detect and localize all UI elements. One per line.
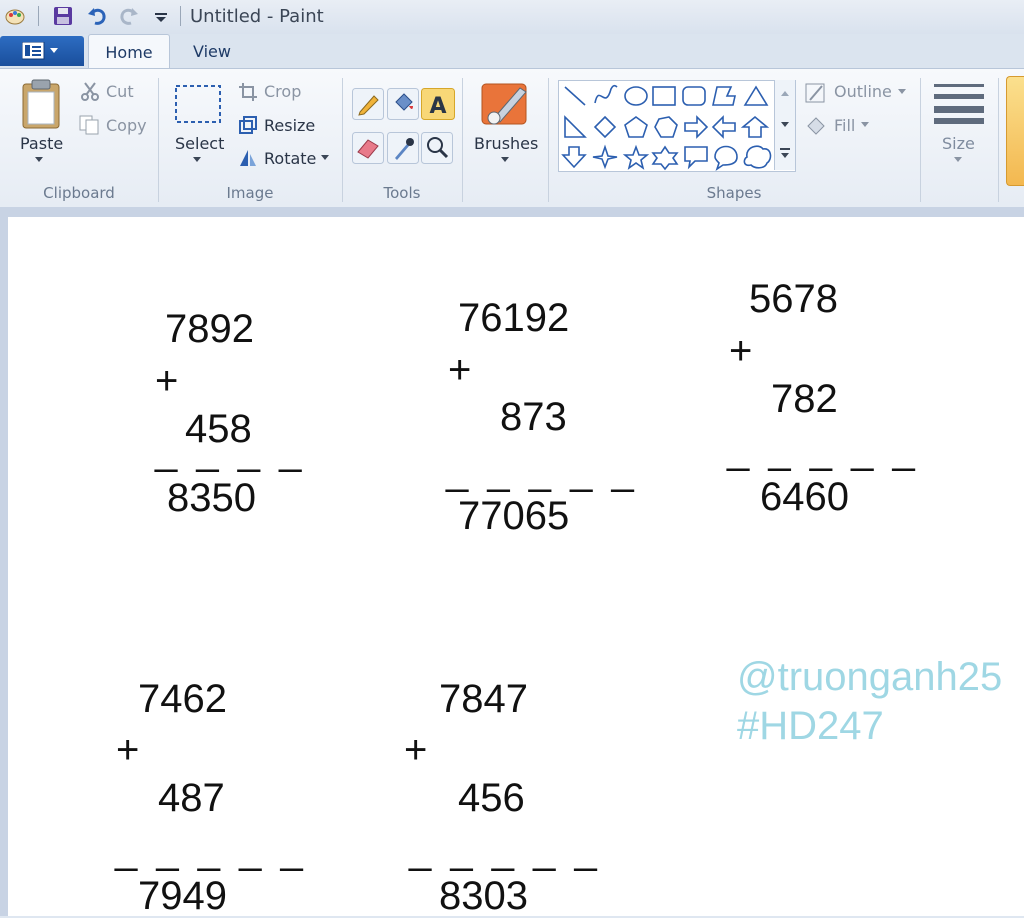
fill-button[interactable]: Fill <box>834 116 855 135</box>
plus-sign: + <box>448 348 472 392</box>
tools-group-label: Tools <box>383 184 421 202</box>
chevron-down-icon[interactable] <box>320 154 330 162</box>
addend-top: 7847 <box>439 677 528 721</box>
outline-icon <box>805 83 825 103</box>
cut-icon <box>81 82 99 101</box>
magnifier-icon[interactable] <box>421 132 453 164</box>
sum-line: _ _ _ _ <box>155 429 306 473</box>
size-icon <box>934 84 984 124</box>
size-button[interactable]: Size <box>942 134 975 153</box>
copy-icon <box>79 115 99 135</box>
crop-button[interactable]: Crop <box>264 82 301 101</box>
sum-result: 8350 <box>167 476 256 520</box>
pencil-icon[interactable] <box>352 88 384 120</box>
window-title: Untitled - Paint <box>190 6 324 27</box>
sum-line: _ _ _ _ _ <box>446 449 638 493</box>
chevron-down-icon[interactable] <box>897 88 907 96</box>
resize-button[interactable]: Resize <box>264 116 315 135</box>
paste-icon <box>22 79 60 129</box>
shapes-group-label: Shapes <box>706 184 762 202</box>
sum-result: 6460 <box>760 475 849 519</box>
save-icon[interactable] <box>52 5 74 27</box>
clipboard-group-label: Clipboard <box>43 184 115 202</box>
text-tool-icon[interactable]: A <box>421 88 455 120</box>
plus-sign: + <box>155 359 179 403</box>
tab-home[interactable]: Home <box>88 34 170 69</box>
watermark-handle: @truonganh25 <box>737 655 1003 699</box>
shapes-gallery <box>558 80 796 172</box>
shapes-scrollbar[interactable] <box>774 80 795 170</box>
cut-button[interactable]: Cut <box>106 82 134 101</box>
title-bar: Untitled - Paint <box>0 0 1024 35</box>
addend-top: 5678 <box>749 277 838 321</box>
group-separator <box>920 78 921 202</box>
paint-menu-icon <box>22 42 58 60</box>
rotate-icon <box>240 150 256 166</box>
addend-bottom: 873 <box>500 395 567 439</box>
chevron-down-icon[interactable] <box>500 156 510 164</box>
sum-line: _ _ _ _ _ <box>727 428 919 472</box>
customize-qat-chevron-icon[interactable] <box>150 5 172 27</box>
rotate-button[interactable]: Rotate <box>264 149 316 168</box>
chevron-down-icon[interactable] <box>860 121 870 129</box>
chevron-down-icon[interactable] <box>34 156 44 164</box>
outline-button[interactable]: Outline <box>834 82 892 101</box>
redo-icon[interactable] <box>118 5 140 27</box>
paint-menu-button[interactable] <box>0 36 84 66</box>
select-icon <box>175 85 221 123</box>
fill-bucket-icon[interactable] <box>387 88 419 120</box>
tab-view[interactable]: View <box>172 34 252 68</box>
brushes-button[interactable]: Brushes <box>474 134 538 153</box>
paint-app-icon[interactable] <box>4 5 26 27</box>
svg-text:A: A <box>429 94 446 119</box>
copy-button[interactable]: Copy <box>106 116 147 135</box>
brushes-icon <box>481 83 527 125</box>
plus-sign: + <box>404 728 428 772</box>
image-group-label: Image <box>226 184 274 202</box>
color-picker-icon[interactable] <box>387 132 419 164</box>
sum-result: 8303 <box>439 874 528 918</box>
select-button[interactable]: Select <box>175 134 224 153</box>
sum-line: _ _ _ _ _ <box>409 828 601 872</box>
addend-top: 7462 <box>138 677 227 721</box>
sum-result: 77065 <box>458 494 570 538</box>
sum-result: 7949 <box>138 874 227 918</box>
sum-line: _ _ _ _ _ <box>115 828 307 872</box>
chevron-down-icon[interactable] <box>953 156 963 164</box>
undo-icon[interactable] <box>86 5 108 27</box>
addend-bottom: 782 <box>771 377 838 421</box>
resize-icon <box>239 116 257 134</box>
addend-bottom: 456 <box>458 776 525 820</box>
shapes-scroll-arrows-icon[interactable] <box>775 80 795 170</box>
paste-button[interactable]: Paste <box>20 134 63 153</box>
eraser-icon[interactable] <box>352 132 384 164</box>
watermark-hashtag: #HD247 <box>737 704 884 748</box>
group-separator <box>998 78 999 202</box>
qat-separator <box>180 6 181 26</box>
plus-sign: + <box>729 329 753 373</box>
color-1-button[interactable] <box>1006 76 1024 186</box>
group-separator <box>462 78 463 202</box>
plus-sign: + <box>116 728 140 772</box>
addend-top: 7892 <box>165 307 254 351</box>
qat-separator <box>38 6 39 26</box>
fill-icon <box>807 117 825 135</box>
shapes-gallery-icons[interactable] <box>559 81 795 171</box>
addend-top: 76192 <box>458 296 570 340</box>
addend-bottom: 487 <box>158 776 225 820</box>
crop-icon <box>239 83 257 101</box>
chevron-down-icon[interactable] <box>192 156 202 164</box>
